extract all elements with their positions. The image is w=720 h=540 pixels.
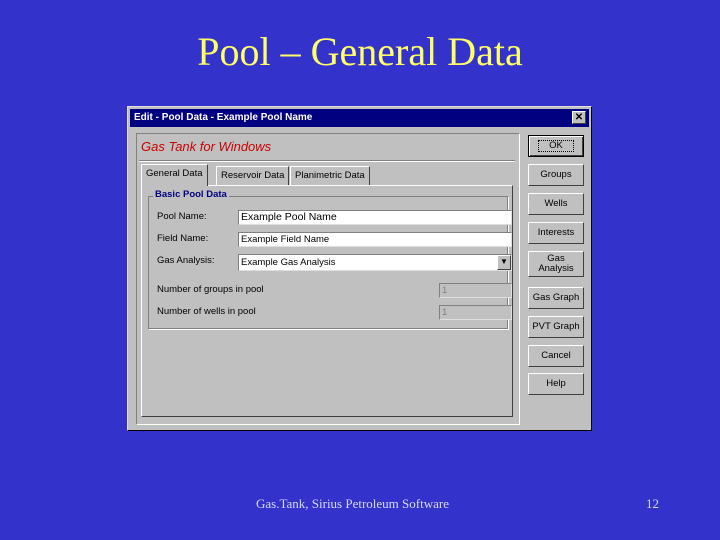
dialog-titlebar[interactable]: Edit - Pool Data - Example Pool Name ✕ bbox=[130, 109, 589, 127]
wells-button[interactable]: Wells bbox=[528, 193, 584, 215]
basic-pool-data-group: Basic Pool Data Pool Name: Example Pool … bbox=[148, 189, 512, 329]
wells-count-field: 1 bbox=[439, 305, 512, 320]
chevron-down-icon[interactable]: ▼ bbox=[497, 255, 511, 270]
brand-divider bbox=[139, 160, 515, 162]
groups-count-label: Number of groups in pool bbox=[157, 284, 264, 295]
pool-name-label: Pool Name: bbox=[157, 211, 207, 222]
content-panel: Gas Tank for Windows General Data Reserv… bbox=[136, 133, 520, 425]
gas-analysis-label: Gas Analysis: bbox=[157, 255, 215, 266]
cancel-button[interactable]: Cancel bbox=[528, 345, 584, 367]
app-brand: Gas Tank for Windows bbox=[141, 139, 272, 154]
gas-graph-button[interactable]: Gas Graph bbox=[528, 287, 584, 309]
edit-pool-dialog: Edit - Pool Data - Example Pool Name ✕ G… bbox=[127, 106, 592, 431]
groups-button[interactable]: Groups bbox=[528, 164, 584, 186]
tab-general-data[interactable]: General Data bbox=[141, 164, 208, 186]
slide-footer: Gas.Tank, Sirius Petroleum Software bbox=[256, 496, 449, 511]
gas-analysis-button[interactable]: Gas Analysis bbox=[528, 251, 584, 277]
group-label: Basic Pool Data bbox=[153, 189, 229, 200]
close-button[interactable]: ✕ bbox=[572, 111, 586, 124]
help-button[interactable]: Help bbox=[528, 373, 584, 395]
tab-reservoir-data[interactable]: Reservoir Data bbox=[216, 166, 290, 185]
interests-button[interactable]: Interests bbox=[528, 222, 584, 244]
gas-analysis-value: Example Gas Analysis bbox=[241, 257, 336, 268]
groups-count-field: 1 bbox=[439, 283, 512, 298]
field-name-label: Field Name: bbox=[157, 233, 209, 244]
general-data-tab-panel: Basic Pool Data Pool Name: Example Pool … bbox=[141, 185, 513, 417]
pvt-graph-button[interactable]: PVT Graph bbox=[528, 316, 584, 338]
gas-analysis-button-line2: Analysis bbox=[538, 263, 574, 274]
field-name-input[interactable]: Example Field Name bbox=[238, 232, 512, 247]
slide-title: Pool – General Data bbox=[197, 29, 523, 74]
tab-planimetric-data[interactable]: Planimetric Data bbox=[290, 166, 370, 185]
slide-page-number: 12 bbox=[646, 496, 659, 511]
pool-name-input[interactable]: Example Pool Name bbox=[238, 210, 512, 225]
wells-count-label: Number of wells in pool bbox=[157, 306, 256, 317]
gas-analysis-select[interactable]: Example Gas Analysis ▼ bbox=[238, 254, 512, 271]
ok-button[interactable]: OK bbox=[528, 135, 584, 157]
dialog-title: Edit - Pool Data - Example Pool Name bbox=[134, 112, 313, 123]
ok-label: OK bbox=[538, 140, 574, 152]
